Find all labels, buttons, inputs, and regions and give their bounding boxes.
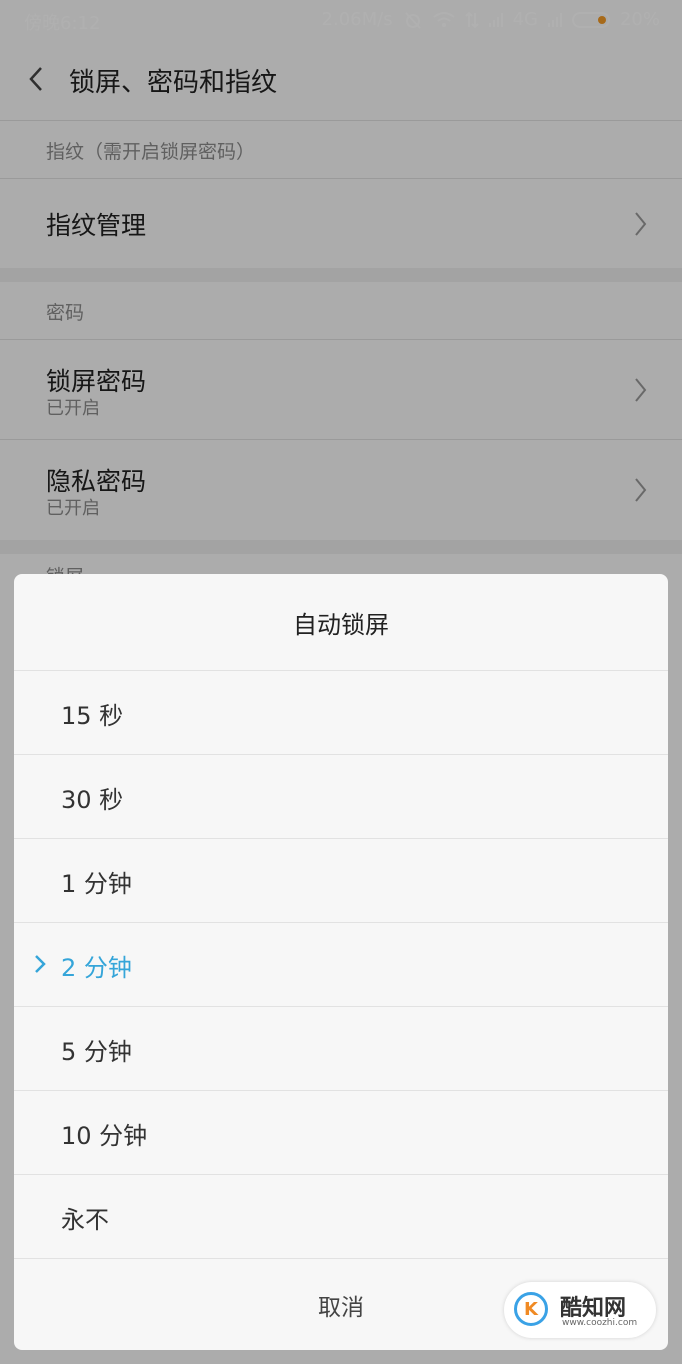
option-label: 15 秒 — [61, 702, 124, 730]
option-label: 1 分钟 — [61, 870, 132, 898]
option-10min[interactable]: 10 分钟 — [14, 1091, 668, 1175]
option-label: 2 分钟 — [61, 954, 132, 982]
dialog-title: 自动锁屏 — [14, 574, 668, 671]
option-never[interactable]: 永不 — [14, 1175, 668, 1259]
option-15s[interactable]: 15 秒 — [14, 671, 668, 755]
watermark-logo: K 酷知网 www.coozhi.com — [504, 1282, 656, 1338]
option-label: 10 分钟 — [61, 1122, 148, 1150]
option-label: 永不 — [61, 1206, 109, 1234]
option-label: 30 秒 — [61, 786, 124, 814]
coozhi-logo-icon: K — [514, 1292, 548, 1326]
watermark-url: www.coozhi.com — [562, 1318, 638, 1328]
option-2min[interactable]: 2 分钟 — [14, 923, 668, 1007]
option-5min[interactable]: 5 分钟 — [14, 1007, 668, 1091]
option-1min[interactable]: 1 分钟 — [14, 839, 668, 923]
option-30s[interactable]: 30 秒 — [14, 755, 668, 839]
option-label: 5 分钟 — [61, 1038, 132, 1066]
auto-lock-dialog: 自动锁屏 15 秒 30 秒 1 分钟 2 分钟 5 分钟 10 分钟 永不 取… — [14, 574, 668, 1350]
selected-chevron-icon — [35, 955, 46, 973]
